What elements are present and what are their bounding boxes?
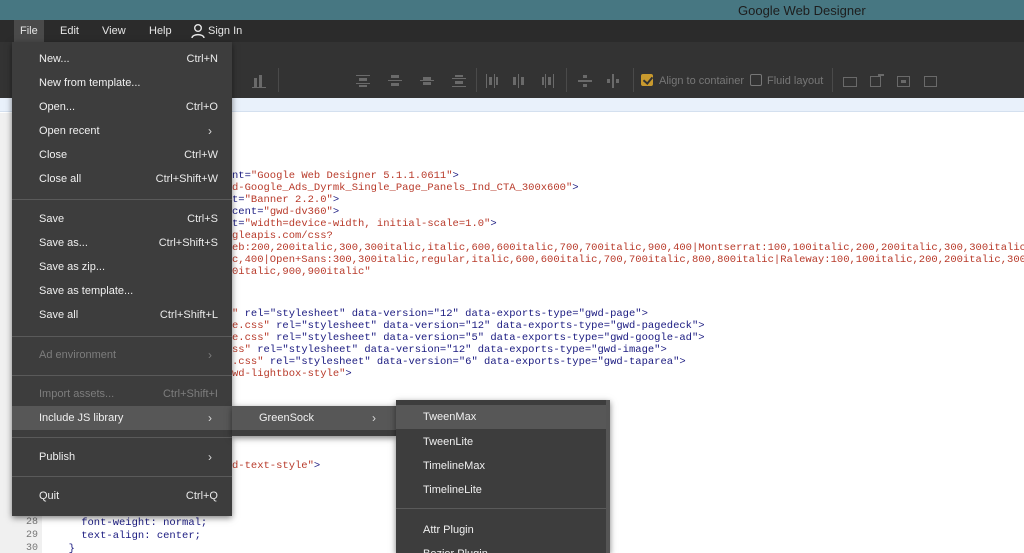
menu-item-greensock[interactable]: GreenSock › (232, 406, 396, 430)
chevron-right-icon: › (208, 450, 212, 464)
code-line: c,400|Open+Sans:300,300italic,regular,it… (232, 254, 1024, 266)
distribute-top-icon[interactable] (356, 74, 370, 88)
line-number: 29 (25, 530, 38, 541)
menu-item-import-assets: Import assets... Ctrl+Shift+I (39, 388, 218, 400)
wrap-icon[interactable] (843, 74, 857, 88)
chevron-right-icon: › (208, 124, 212, 138)
menu-item-save-as-template[interactable]: Save as template... (12, 279, 232, 303)
align-to-container-label: Align to container (659, 75, 744, 87)
menu-item-timelinemax[interactable]: TimelineMax (396, 454, 606, 478)
code-line: font-weight: normal; (56, 517, 208, 529)
code-line: d-text-style"> (232, 460, 321, 472)
distribute-middle-icon[interactable] (388, 74, 402, 88)
toolbar-divider (633, 68, 634, 92)
align-to-container-checkbox[interactable] (641, 74, 653, 86)
distribute-right-icon[interactable] (541, 74, 555, 88)
ungroup-icon[interactable] (924, 74, 938, 88)
distribute-horizontal-icon[interactable] (512, 74, 526, 88)
menu-item-quit[interactable]: Quit Ctrl+Q (12, 484, 232, 508)
title-bar: Google Web Designer (0, 0, 1024, 20)
code-line: " rel="stylesheet" data-version="12" dat… (232, 308, 648, 320)
code-line: nt="Google Web Designer 5.1.1.0611"> (232, 170, 459, 182)
menu-bar: File Edit View Help Sign In (0, 20, 1024, 42)
toolbar-divider (278, 68, 279, 92)
menu-item-save[interactable]: Save Ctrl+S (12, 207, 232, 231)
code-line: e.css" rel="stylesheet" data-version="5"… (232, 332, 705, 344)
toolbar-divider (476, 68, 477, 92)
group-icon[interactable] (897, 74, 911, 88)
menu-separator (12, 437, 232, 438)
distribute-center-icon[interactable] (420, 74, 434, 88)
menu-separator (12, 476, 232, 477)
chevron-right-icon: › (208, 411, 212, 425)
menu-help[interactable]: Help (143, 20, 178, 42)
code-line: eb:200,200italic,300,300italic,italic,60… (232, 242, 1024, 254)
code-line: .css" rel="stylesheet" data-version="6" … (232, 356, 686, 368)
menu-item-save-as[interactable]: Save as... Ctrl+Shift+S (12, 231, 232, 255)
chevron-right-icon: › (372, 411, 376, 425)
file-menu: New... Ctrl+N New from template... Open..… (12, 42, 232, 516)
fluid-layout-label: Fluid layout (767, 75, 824, 87)
code-line: t="width=device-width, initial-scale=1.0… (232, 218, 497, 230)
greensock-submenu: TweenMax TweenLite TimelineMax TimelineL… (396, 400, 610, 553)
distribute-left-icon[interactable] (485, 74, 499, 88)
menu-edit[interactable]: Edit (54, 20, 85, 42)
menu-item-close[interactable]: Close Ctrl+W (12, 143, 232, 167)
menu-separator (396, 508, 606, 509)
line-number: 30 (25, 543, 38, 553)
menu-item-tweenlite[interactable]: TweenLite (396, 430, 606, 454)
menu-separator (12, 199, 232, 200)
menu-item-attr-plugin[interactable]: Attr Plugin (396, 518, 606, 542)
menu-item-bezier-plugin[interactable]: Bezier Plugin (396, 542, 606, 553)
menu-view[interactable]: View (96, 20, 132, 42)
menu-item-timelinelite[interactable]: TimelineLite (396, 478, 606, 502)
js-library-submenu: GreenSock › (232, 406, 396, 436)
menu-item-tweenmax[interactable]: TweenMax (396, 405, 606, 429)
menu-separator (12, 336, 232, 337)
menu-file[interactable]: File (14, 20, 44, 42)
code-line: } (56, 543, 75, 553)
menu-item-publish[interactable]: Publish › (12, 445, 232, 469)
code-line: gleapis.com/css? (232, 230, 333, 242)
toolbar-divider (566, 68, 567, 92)
fluid-layout-checkbox[interactable] (750, 74, 762, 86)
menu-item-include-js-library[interactable]: Include JS library › (12, 406, 232, 430)
menu-item-save-all[interactable]: Save all Ctrl+Shift+L (12, 303, 232, 327)
export-icon[interactable] (870, 74, 884, 88)
code-line: t="Banner 2.2.0"> (232, 194, 340, 206)
code-line: e.css" rel="stylesheet" data-version="12… (232, 320, 705, 332)
menu-separator (12, 375, 232, 376)
line-number: 28 (25, 517, 38, 528)
distribute-bottom-icon[interactable] (452, 74, 466, 88)
menu-item-save-as-zip[interactable]: Save as zip... (12, 255, 232, 279)
align-bottom-icon[interactable] (252, 74, 266, 88)
menu-item-new-from-template[interactable]: New from template... (12, 71, 232, 95)
menu-item-open-recent[interactable]: Open recent › (12, 119, 232, 143)
submenu-scrollbar[interactable] (606, 400, 610, 553)
window-title: Google Web Designer (738, 3, 866, 18)
space-horizontal-icon[interactable] (606, 74, 620, 88)
code-line: 0italic,900,900italic" (232, 266, 371, 278)
chevron-right-icon: › (208, 348, 212, 362)
menu-item-ad-environment: Ad environment › (12, 343, 232, 367)
menu-item-open[interactable]: Open... Ctrl+O (12, 95, 232, 119)
code-line: text-align: center; (56, 530, 201, 542)
sign-in-button[interactable]: Sign In (202, 20, 248, 42)
toolbar-divider (832, 68, 833, 92)
menu-item-new[interactable]: New... Ctrl+N (12, 47, 232, 71)
code-line: d-Google_Ads_Dyrmk_Single_Page_Panels_In… (232, 182, 579, 194)
menu-item-close-all[interactable]: Close all Ctrl+Shift+W (12, 167, 232, 191)
code-line: wd-lightbox-style"> (232, 368, 352, 380)
code-line: cent="gwd-dv360"> (232, 206, 340, 218)
space-vertical-icon[interactable] (578, 74, 592, 88)
code-line: ss" rel="stylesheet" data-version="12" d… (232, 344, 667, 356)
